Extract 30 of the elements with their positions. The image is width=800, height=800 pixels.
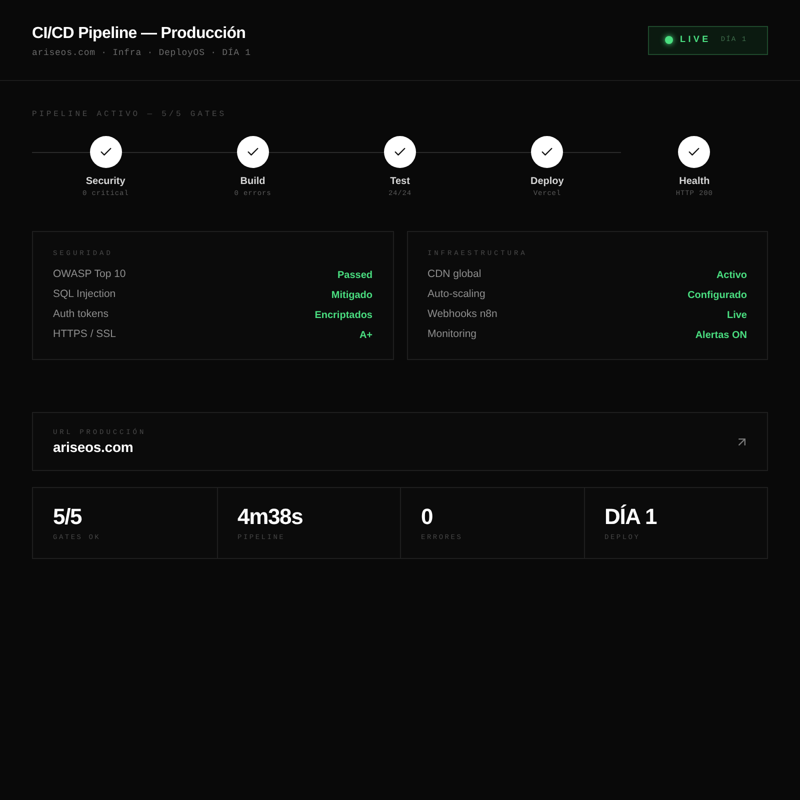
- gate-name: Build: [240, 176, 266, 188]
- page-title: CI/CD Pipeline — Producción: [32, 24, 247, 44]
- row-value: Passed: [337, 268, 372, 282]
- stat-value: DÍA 1: [604, 504, 658, 530]
- live-label: LIVE: [680, 33, 711, 46]
- gate-name: Test: [390, 176, 410, 188]
- production-url-link[interactable]: ariseos.com: [53, 438, 146, 456]
- row-label: CDN global: [428, 267, 482, 282]
- page-subtitle: ariseos.com · Infra · DeployOS · DÍA 1: [32, 46, 251, 58]
- row-value: Activo: [716, 268, 747, 282]
- row-value: A+: [359, 328, 372, 342]
- gate-name: Health: [679, 176, 710, 188]
- row-value: Live: [726, 308, 747, 322]
- stat-value: 0: [421, 504, 434, 530]
- row-label: Webhooks n8n: [428, 307, 498, 322]
- row-value: Configurado: [688, 288, 747, 302]
- pipeline-heading: PIPELINE ACTIVO — 5/5 GATES: [32, 110, 228, 120]
- row-label: OWASP Top 10: [53, 267, 126, 282]
- row-label: HTTPS / SSL: [53, 327, 116, 342]
- row-value: Alertas ON: [695, 328, 747, 342]
- row-label: Auto-scaling: [428, 287, 486, 302]
- gate-name: Security: [86, 176, 126, 188]
- row-label: SQL Injection: [53, 287, 116, 302]
- stat-value: 4m38s: [238, 504, 304, 530]
- row-value: Encriptados: [314, 308, 372, 322]
- row-value: Mitigado: [331, 288, 372, 302]
- gate-name: Deploy: [530, 176, 564, 188]
- row-label: Monitoring: [428, 327, 477, 342]
- stat-value: 5/5: [53, 504, 83, 530]
- row-label: Auth tokens: [53, 307, 108, 322]
